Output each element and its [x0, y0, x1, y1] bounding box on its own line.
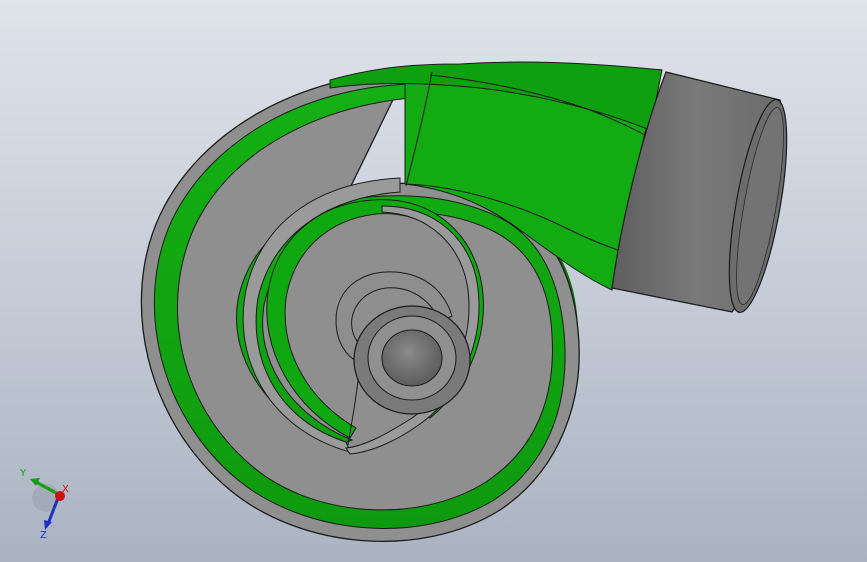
z-axis-arrow	[44, 520, 52, 530]
triad-x-label: X	[62, 484, 69, 495]
hub-bore	[381, 329, 443, 387]
volute-model[interactable]	[0, 0, 867, 562]
coordinate-triad: Y X Z	[19, 468, 69, 541]
graphics-viewport[interactable]: Y X Z	[0, 0, 867, 562]
triad-y-label: Y	[19, 468, 27, 479]
triad-z-label: Z	[40, 530, 47, 541]
